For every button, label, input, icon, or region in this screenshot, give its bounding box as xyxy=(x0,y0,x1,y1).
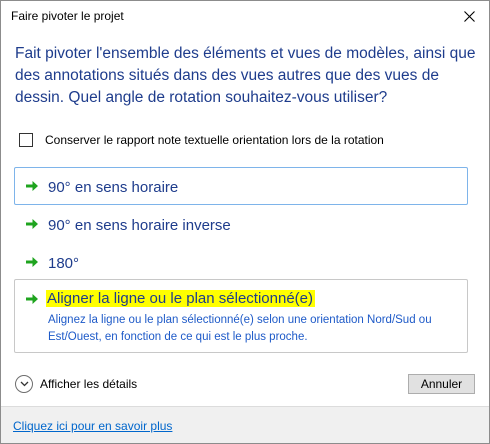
checkbox-label: Conserver le rapport note textuelle orie… xyxy=(45,133,384,147)
command-label: 180° xyxy=(48,255,80,272)
green-arrow-icon xyxy=(26,181,38,191)
green-arrow-icon xyxy=(26,219,38,229)
command-label: Aligner la ligne ou le plan sélectionné(… xyxy=(46,290,316,307)
details-label: Afficher les détails xyxy=(40,377,138,391)
green-arrow-icon xyxy=(26,257,38,267)
command-90-counterclockwise[interactable]: 90° en sens horaire inverse xyxy=(14,205,468,243)
close-icon xyxy=(463,10,475,22)
cancel-button[interactable]: Annuler xyxy=(408,374,475,394)
rotate-project-dialog: Faire pivoter le projet Fait pivoter l'e… xyxy=(0,0,490,444)
command-description: Alignez la ligne ou le plan sélectionné(… xyxy=(48,314,432,343)
title-bar: Faire pivoter le projet xyxy=(1,1,489,31)
command-label: 90° en sens horaire inverse xyxy=(48,217,231,234)
keep-text-orientation-checkbox[interactable] xyxy=(19,133,33,147)
green-arrow-icon xyxy=(26,294,38,304)
details-expander[interactable] xyxy=(15,375,33,393)
show-details-toggle[interactable]: Afficher les détails xyxy=(15,375,137,393)
main-instruction: Fait pivoter l'ensemble des éléments et … xyxy=(15,45,476,106)
command-align-selected[interactable]: Aligner la ligne ou le plan sélectionné(… xyxy=(14,279,468,353)
command-label: 90° en sens horaire xyxy=(48,179,179,196)
command-90-clockwise[interactable]: 90° en sens horaire xyxy=(14,167,468,205)
keep-text-orientation-checkbox-row[interactable]: Conserver le rapport note textuelle orie… xyxy=(19,131,384,149)
close-button[interactable] xyxy=(457,5,481,27)
command-180[interactable]: 180° xyxy=(14,243,468,281)
learn-more-link[interactable]: Cliquez ici pour en savoir plus xyxy=(13,419,172,433)
dialog-title: Faire pivoter le projet xyxy=(11,9,124,23)
chevron-down-icon xyxy=(20,381,28,387)
